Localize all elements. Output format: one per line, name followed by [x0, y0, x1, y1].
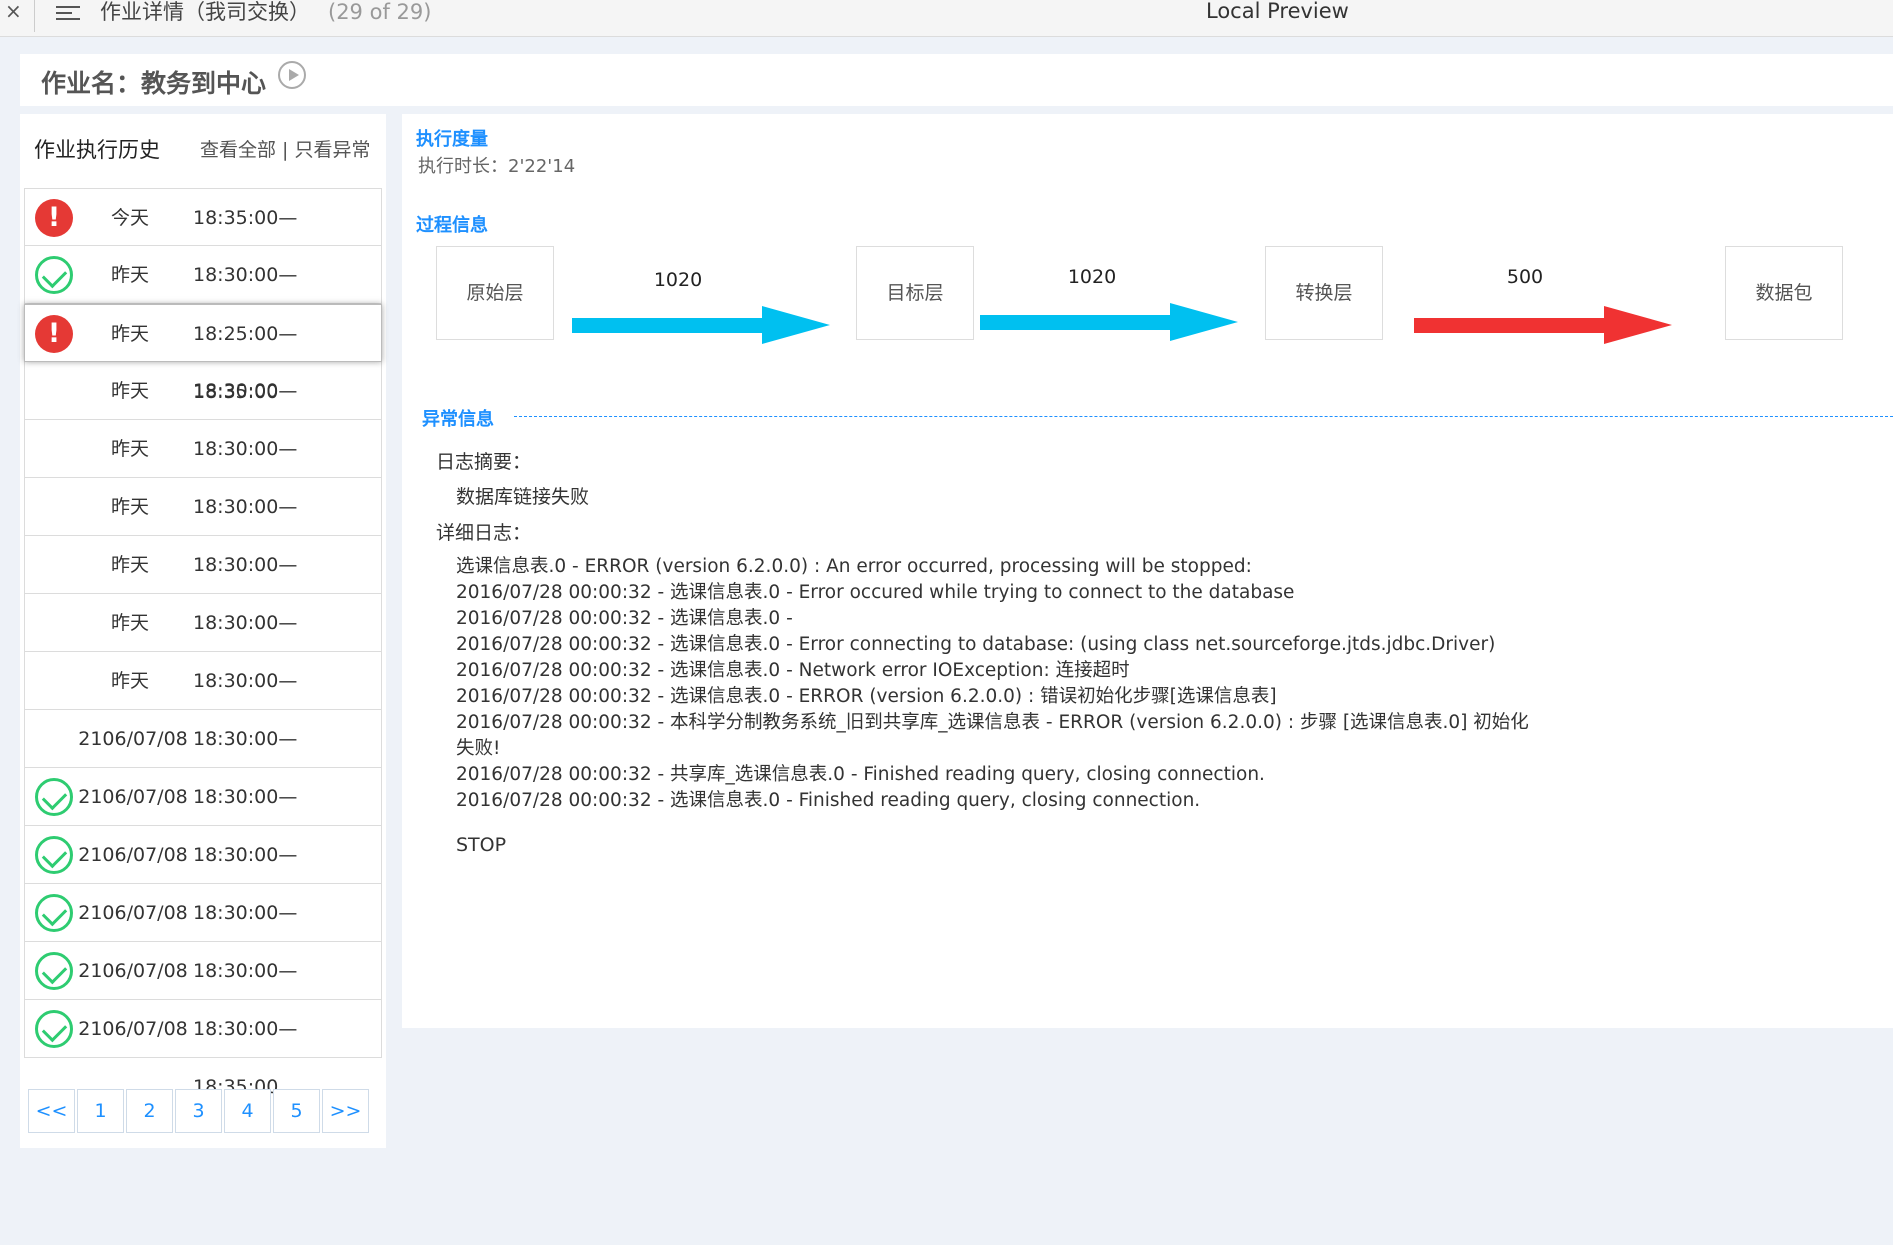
log-line: 2016/07/28 00:00:32 - 选课信息表.0 - Error co…	[456, 634, 1496, 655]
history-row[interactable]: 昨天18:30:00—18:35:00	[24, 420, 382, 518]
success-check-icon	[35, 1010, 73, 1048]
preview-label: Local Preview	[1206, 0, 1349, 23]
filter-all-link[interactable]: 查看全部	[200, 139, 276, 161]
log-line: 2016/07/28 00:00:32 - 选课信息表.0 - ERROR (v…	[456, 686, 1277, 707]
history-row-date: 昨天	[110, 496, 149, 518]
stop-text: STOP	[456, 834, 507, 856]
log-line: 2016/07/28 00:00:32 - 选课信息表.0 -	[456, 608, 793, 629]
history-row-date: 2106/07/08	[78, 902, 188, 924]
exception-section-title: 异常信息	[422, 409, 494, 430]
flow-count-2: 1020	[1067, 266, 1117, 288]
history-row[interactable]: 2106/07/0818:30:00—18:35:00	[24, 768, 382, 866]
flow-node-target: 目标层	[856, 246, 974, 340]
history-filter: 查看全部 | 只看异常	[200, 135, 371, 162]
history-row-time: 18:25:00—18:35:00	[193, 323, 298, 403]
pager-prev-button[interactable]: <<	[28, 1089, 75, 1133]
history-row-date: 昨天	[110, 612, 149, 634]
summary-text: 数据库链接失败	[456, 486, 590, 508]
flow-count-1: 1020	[653, 269, 703, 291]
history-row[interactable]: 昨天18:30:00—18:35:00	[24, 478, 382, 576]
log-line: 选课信息表.0 - ERROR (version 6.2.0.0) : An e…	[456, 556, 1252, 577]
history-row-date: 昨天	[110, 554, 149, 576]
flow-node-source: 原始层	[436, 246, 554, 340]
log-line: 2016/07/28 00:00:32 - 选课信息表.0 - Network …	[456, 660, 1130, 681]
history-row-date: 2106/07/08	[78, 1018, 188, 1040]
flow-count-3: 500	[1506, 266, 1544, 288]
history-row-date: 昨天	[110, 380, 149, 402]
error-icon	[35, 199, 73, 237]
pager-page-button[interactable]: 1	[77, 1089, 124, 1133]
flow-node-package: 数据包	[1725, 246, 1843, 340]
pager-next-button[interactable]: >>	[322, 1089, 369, 1133]
metrics-section-title: 执行度量	[416, 129, 488, 150]
history-row-date: 2106/07/08	[78, 728, 188, 750]
history-row-date: 昨天	[110, 323, 149, 345]
job-header: 作业名：教务到中心	[20, 54, 1893, 106]
log-line: 2016/07/28 00:00:32 - 选课信息表.0 - Finished…	[456, 790, 1201, 811]
history-row[interactable]: 昨天18:30:00—18:35:00	[24, 246, 382, 344]
pager-page-button[interactable]: 3	[175, 1089, 222, 1133]
success-check-icon	[35, 256, 73, 294]
history-row-date: 昨天	[110, 670, 149, 692]
history-row[interactable]: 2106/07/0818:30:00—18:35:00	[24, 884, 382, 982]
filter-error-link[interactable]: 只看异常	[295, 139, 371, 161]
execution-history-panel: 作业执行历史 查看全部 | 只看异常 今天18:35:00—18:35:00昨天…	[20, 114, 386, 1148]
flow-node-transform: 转换层	[1265, 246, 1383, 340]
section-divider	[514, 416, 1893, 417]
divider	[34, 0, 35, 32]
history-row-date: 2106/07/08	[78, 960, 188, 982]
log-line: 2016/07/28 00:00:32 - 选课信息表.0 - Error oc…	[456, 582, 1295, 603]
detail-log: 选课信息表.0 - ERROR (version 6.2.0.0) : An e…	[456, 554, 1529, 814]
history-row[interactable]: 昨天18:30:00—18:35:00	[24, 652, 382, 750]
pager-page-button[interactable]: 5	[273, 1089, 320, 1133]
close-icon[interactable]: ×	[5, 0, 29, 24]
history-title: 作业执行历史	[34, 138, 160, 162]
history-row-date: 2106/07/08	[78, 786, 188, 808]
history-row[interactable]: 2106/07/0818:30:00—18:35:00	[24, 1000, 382, 1098]
pager-page-button[interactable]: 4	[224, 1089, 271, 1133]
success-check-icon	[35, 778, 73, 816]
history-row[interactable]: 昨天18:30:00—18:35:00	[24, 594, 382, 692]
window-title: 作业详情（我司交换）	[100, 0, 310, 24]
history-row[interactable]: 2106/07/0818:30:00—18:35:00	[24, 826, 382, 924]
history-row[interactable]: 昨天 18:25:00—18:35:00	[24, 304, 382, 403]
history-row-date: 今天	[110, 207, 149, 229]
log-line: 2016/07/28 00:00:32 - 本科学分制教务系统_旧到共享库_选课…	[456, 712, 1529, 733]
history-list: 今天18:35:00—18:35:00昨天18:30:00—18:35:00昨天…	[24, 188, 382, 1098]
history-row[interactable]: 2106/07/0818:30:00—18:35:00	[24, 710, 382, 808]
menu-icon[interactable]	[56, 2, 80, 24]
filter-separator: |	[276, 139, 295, 161]
detail-log-label: 详细日志：	[436, 522, 532, 544]
job-name: 作业名：教务到中心	[41, 69, 267, 98]
history-row-date: 昨天	[110, 264, 149, 286]
pager-page-button[interactable]: 2	[126, 1089, 173, 1133]
history-row-date: 2106/07/08	[78, 844, 188, 866]
history-row[interactable]: 2106/07/0818:30:00—18:35:00	[24, 942, 382, 1040]
summary-label: 日志摘要：	[436, 451, 532, 473]
success-check-icon	[35, 836, 73, 874]
log-line: 2016/07/28 00:00:32 - 共享库_选课信息表.0 - Fini…	[456, 764, 1265, 785]
log-line: 失败!	[456, 738, 501, 759]
history-row[interactable]: 昨天18:30:00—18:35:00	[24, 536, 382, 634]
history-row-date: 昨天	[110, 438, 149, 460]
history-row[interactable]: 今天18:35:00—18:35:00	[24, 188, 382, 287]
execution-detail-panel: 执行度量 执行时长：2'22'14 过程信息 原始层 目标层 转换层 数据包 1…	[402, 114, 1893, 1028]
success-check-icon	[35, 952, 73, 990]
play-icon[interactable]	[278, 61, 306, 89]
process-section-title: 过程信息	[416, 215, 488, 236]
error-icon	[35, 315, 73, 353]
pagination: << 1 2 3 4 5 >>	[28, 1089, 371, 1133]
success-check-icon	[35, 894, 73, 932]
execution-duration: 执行时长：2'22'14	[418, 156, 576, 177]
record-count: (29 of 29)	[328, 0, 432, 24]
title-bar: × 作业详情（我司交换） (29 of 29) Local Preview	[0, 0, 1893, 37]
